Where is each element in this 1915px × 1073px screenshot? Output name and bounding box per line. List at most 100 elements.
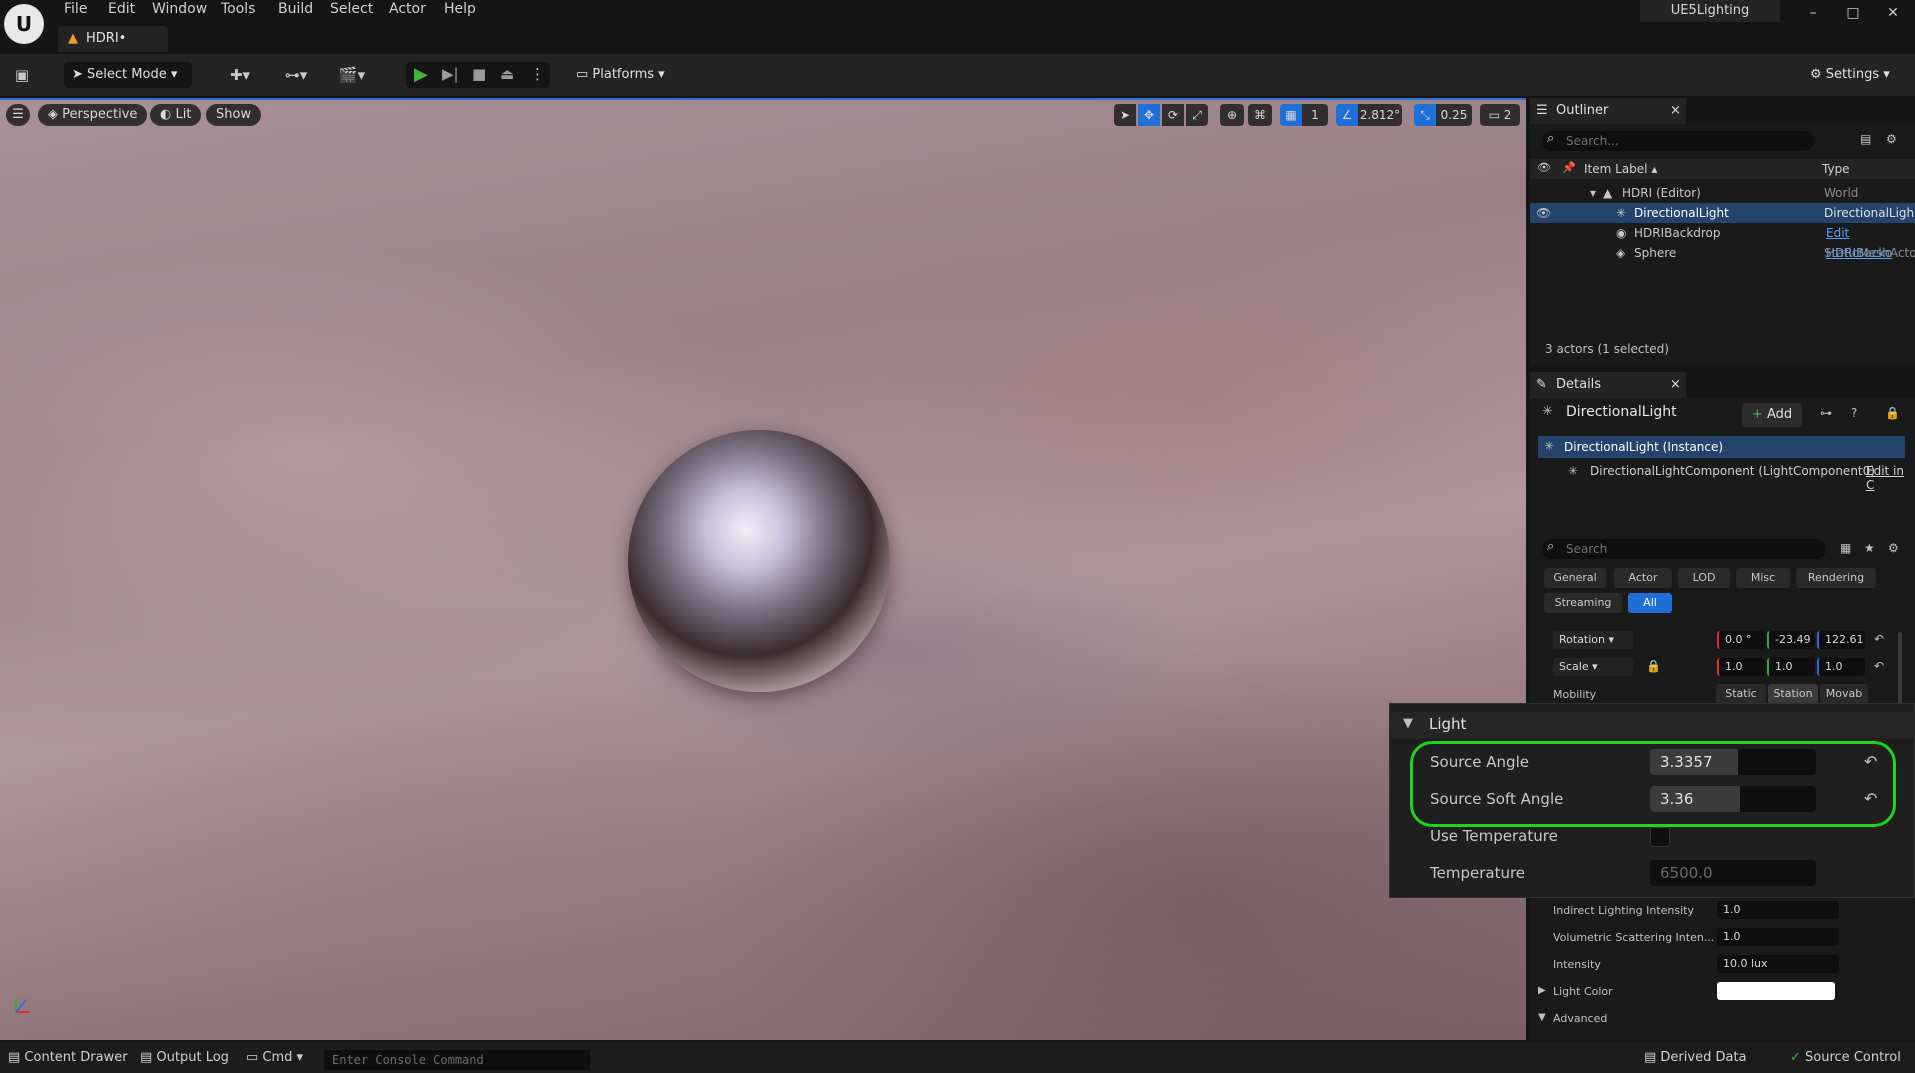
- outliner-row-directional-light[interactable]: 👁 ✳ DirectionalLight DirectionalLigh: [1530, 203, 1915, 223]
- menu-tools[interactable]: Tools: [221, 0, 256, 18]
- lock-ratio-icon[interactable]: 🔒: [1646, 659, 1661, 673]
- type-header[interactable]: Type: [1822, 162, 1850, 176]
- world-space-icon[interactable]: ⊕: [1220, 104, 1244, 126]
- filter-all[interactable]: All: [1628, 593, 1672, 613]
- instance-row[interactable]: ✳ DirectionalLight (Instance): [1538, 436, 1905, 458]
- rotate-tool-icon[interactable]: ⟳: [1162, 104, 1184, 126]
- visibility-icon[interactable]: 👁: [1536, 203, 1551, 223]
- details-settings-icon[interactable]: ⚙: [1888, 541, 1899, 555]
- add-actor-icon[interactable]: ✚▾: [222, 64, 258, 86]
- unreal-logo-icon[interactable]: U: [4, 4, 44, 44]
- expand-icon[interactable]: ▶: [1538, 985, 1546, 996]
- light-section-header[interactable]: ▼ Light: [1389, 712, 1915, 738]
- menu-actor[interactable]: Actor: [389, 0, 426, 18]
- details-search-input[interactable]: Search: [1542, 539, 1826, 559]
- platforms-dropdown[interactable]: ▭ Platforms ▾: [576, 62, 686, 88]
- reset-icon[interactable]: ↶: [1874, 659, 1884, 673]
- level-viewport[interactable]: [0, 98, 1526, 1040]
- minimize-button[interactable]: –: [1794, 2, 1832, 24]
- outliner-row[interactable]: ◉ HDRIBackdrop Edit HDRIBacko: [1530, 223, 1915, 260]
- add-component-button[interactable]: + Add: [1742, 403, 1802, 427]
- rotation-y-field[interactable]: -23.49: [1767, 631, 1815, 649]
- edit-in-cpp-link[interactable]: Edit in C: [1866, 464, 1915, 492]
- scale-tool-icon[interactable]: ⤢: [1186, 104, 1208, 126]
- close-icon[interactable]: ×: [1670, 372, 1681, 398]
- actor-name[interactable]: DirectionalLight: [1566, 404, 1677, 420]
- settings-dropdown[interactable]: ⚙ Settings ▾: [1810, 62, 1906, 88]
- scale-z-field[interactable]: 1.0: [1817, 658, 1865, 676]
- reset-icon[interactable]: ↶: [1874, 632, 1884, 646]
- new-folder-icon[interactable]: ▤: [1860, 132, 1871, 146]
- blueprint-icon[interactable]: ⊶: [1820, 406, 1832, 420]
- mobility-static[interactable]: Static: [1716, 684, 1766, 704]
- grid-snap-value[interactable]: 1: [1302, 104, 1328, 126]
- source-control-button[interactable]: ✓ Source Control: [1790, 1050, 1901, 1065]
- outliner-row[interactable]: ◈ Sphere StaticMeshActo: [1530, 243, 1915, 263]
- console-command-input[interactable]: Enter Console Command: [324, 1050, 590, 1070]
- tab-outliner[interactable]: ☰ Outliner ×: [1530, 98, 1686, 124]
- scale-y-field[interactable]: 1.0: [1767, 658, 1815, 676]
- perspective-button[interactable]: ◈ Perspective: [38, 104, 148, 126]
- component-row[interactable]: DirectionalLightComponent (LightComponen…: [1590, 464, 1875, 478]
- show-button[interactable]: Show: [206, 104, 262, 126]
- outliner-settings-icon[interactable]: ⚙: [1886, 132, 1897, 146]
- lock-icon[interactable]: 🔒: [1885, 406, 1900, 420]
- translate-tool-icon[interactable]: ✥: [1138, 104, 1160, 126]
- filter-general[interactable]: General: [1544, 568, 1606, 588]
- play-icon[interactable]: ▶: [414, 64, 428, 85]
- select-tool-icon[interactable]: ➤: [1114, 104, 1136, 126]
- filter-actor[interactable]: Actor: [1614, 568, 1672, 588]
- outliner-search-input[interactable]: Search...: [1542, 131, 1814, 151]
- hamburger-icon[interactable]: ☰: [6, 104, 30, 126]
- rotation-dropdown[interactable]: Rotation ▾: [1553, 631, 1633, 649]
- output-log-button[interactable]: ▤ Output Log: [140, 1050, 229, 1065]
- derived-data-button[interactable]: ▤ Derived Data: [1644, 1050, 1747, 1065]
- cinematics-icon[interactable]: 🎬▾: [334, 64, 370, 86]
- maximize-button[interactable]: □: [1834, 2, 1872, 24]
- chrome-sphere[interactable]: [628, 430, 890, 692]
- menu-edit[interactable]: Edit: [108, 0, 135, 18]
- temperature-field[interactable]: 6500.0: [1650, 860, 1816, 886]
- close-icon[interactable]: ×: [1670, 98, 1681, 124]
- step-icon[interactable]: ▶|: [442, 65, 459, 83]
- tab-details[interactable]: ✎ Details ×: [1530, 372, 1686, 398]
- mobility-stationary[interactable]: Station: [1768, 684, 1818, 704]
- menu-window[interactable]: Window: [152, 0, 207, 18]
- rotation-z-field[interactable]: 122.61: [1817, 631, 1865, 649]
- surface-snap-icon[interactable]: ⌘: [1248, 104, 1272, 126]
- cmd-dropdown[interactable]: ▭ Cmd ▾: [246, 1050, 303, 1065]
- outliner-row[interactable]: ▾ ▲ HDRI (Editor) World: [1530, 183, 1915, 203]
- collapse-icon[interactable]: ▼: [1538, 1012, 1546, 1023]
- filter-streaming[interactable]: Streaming: [1544, 593, 1622, 613]
- lit-button[interactable]: ◐ Lit: [150, 104, 202, 126]
- grid-snap-icon[interactable]: ▦: [1280, 104, 1302, 126]
- close-window-button[interactable]: ✕: [1874, 2, 1912, 24]
- rotation-snap-icon[interactable]: ∠: [1336, 104, 1358, 126]
- more-options-icon[interactable]: ⋮: [530, 65, 545, 83]
- favorite-star-icon[interactable]: ★: [1864, 541, 1875, 555]
- filter-rendering[interactable]: Rendering: [1796, 568, 1876, 588]
- scale-x-field[interactable]: 1.0: [1717, 658, 1765, 676]
- volumetric-scattering-field[interactable]: 1.0: [1717, 928, 1839, 946]
- intensity-field[interactable]: 10.0 lux: [1717, 955, 1839, 973]
- filter-misc[interactable]: Misc: [1736, 568, 1790, 588]
- scale-snap-icon[interactable]: ⤡: [1414, 104, 1436, 126]
- collapse-icon[interactable]: ▾: [1590, 183, 1596, 203]
- rotation-x-field[interactable]: 0.0 °: [1717, 631, 1765, 649]
- blueprint-icon[interactable]: ⊶▾: [278, 64, 314, 86]
- rotation-snap-value[interactable]: 2.812°: [1358, 104, 1402, 126]
- menu-file[interactable]: File: [64, 0, 87, 18]
- eject-icon[interactable]: ⏏: [500, 65, 514, 83]
- stop-icon[interactable]: ■: [472, 65, 486, 83]
- mobility-movable[interactable]: Movab: [1820, 684, 1868, 704]
- camera-speed-button[interactable]: ▭ 2: [1480, 104, 1520, 126]
- scale-dropdown[interactable]: Scale ▾: [1553, 658, 1633, 676]
- light-color-swatch[interactable]: [1717, 982, 1835, 1000]
- content-drawer-button[interactable]: ▤ Content Drawer: [8, 1050, 128, 1065]
- help-icon[interactable]: ?: [1851, 406, 1857, 420]
- indirect-intensity-field[interactable]: 1.0: [1717, 901, 1839, 919]
- select-mode-dropdown[interactable]: ➤ Select Mode ▾: [64, 62, 192, 88]
- table-view-icon[interactable]: ▦: [1840, 541, 1851, 555]
- menu-select[interactable]: Select: [330, 0, 373, 18]
- use-temperature-checkbox[interactable]: [1650, 827, 1670, 847]
